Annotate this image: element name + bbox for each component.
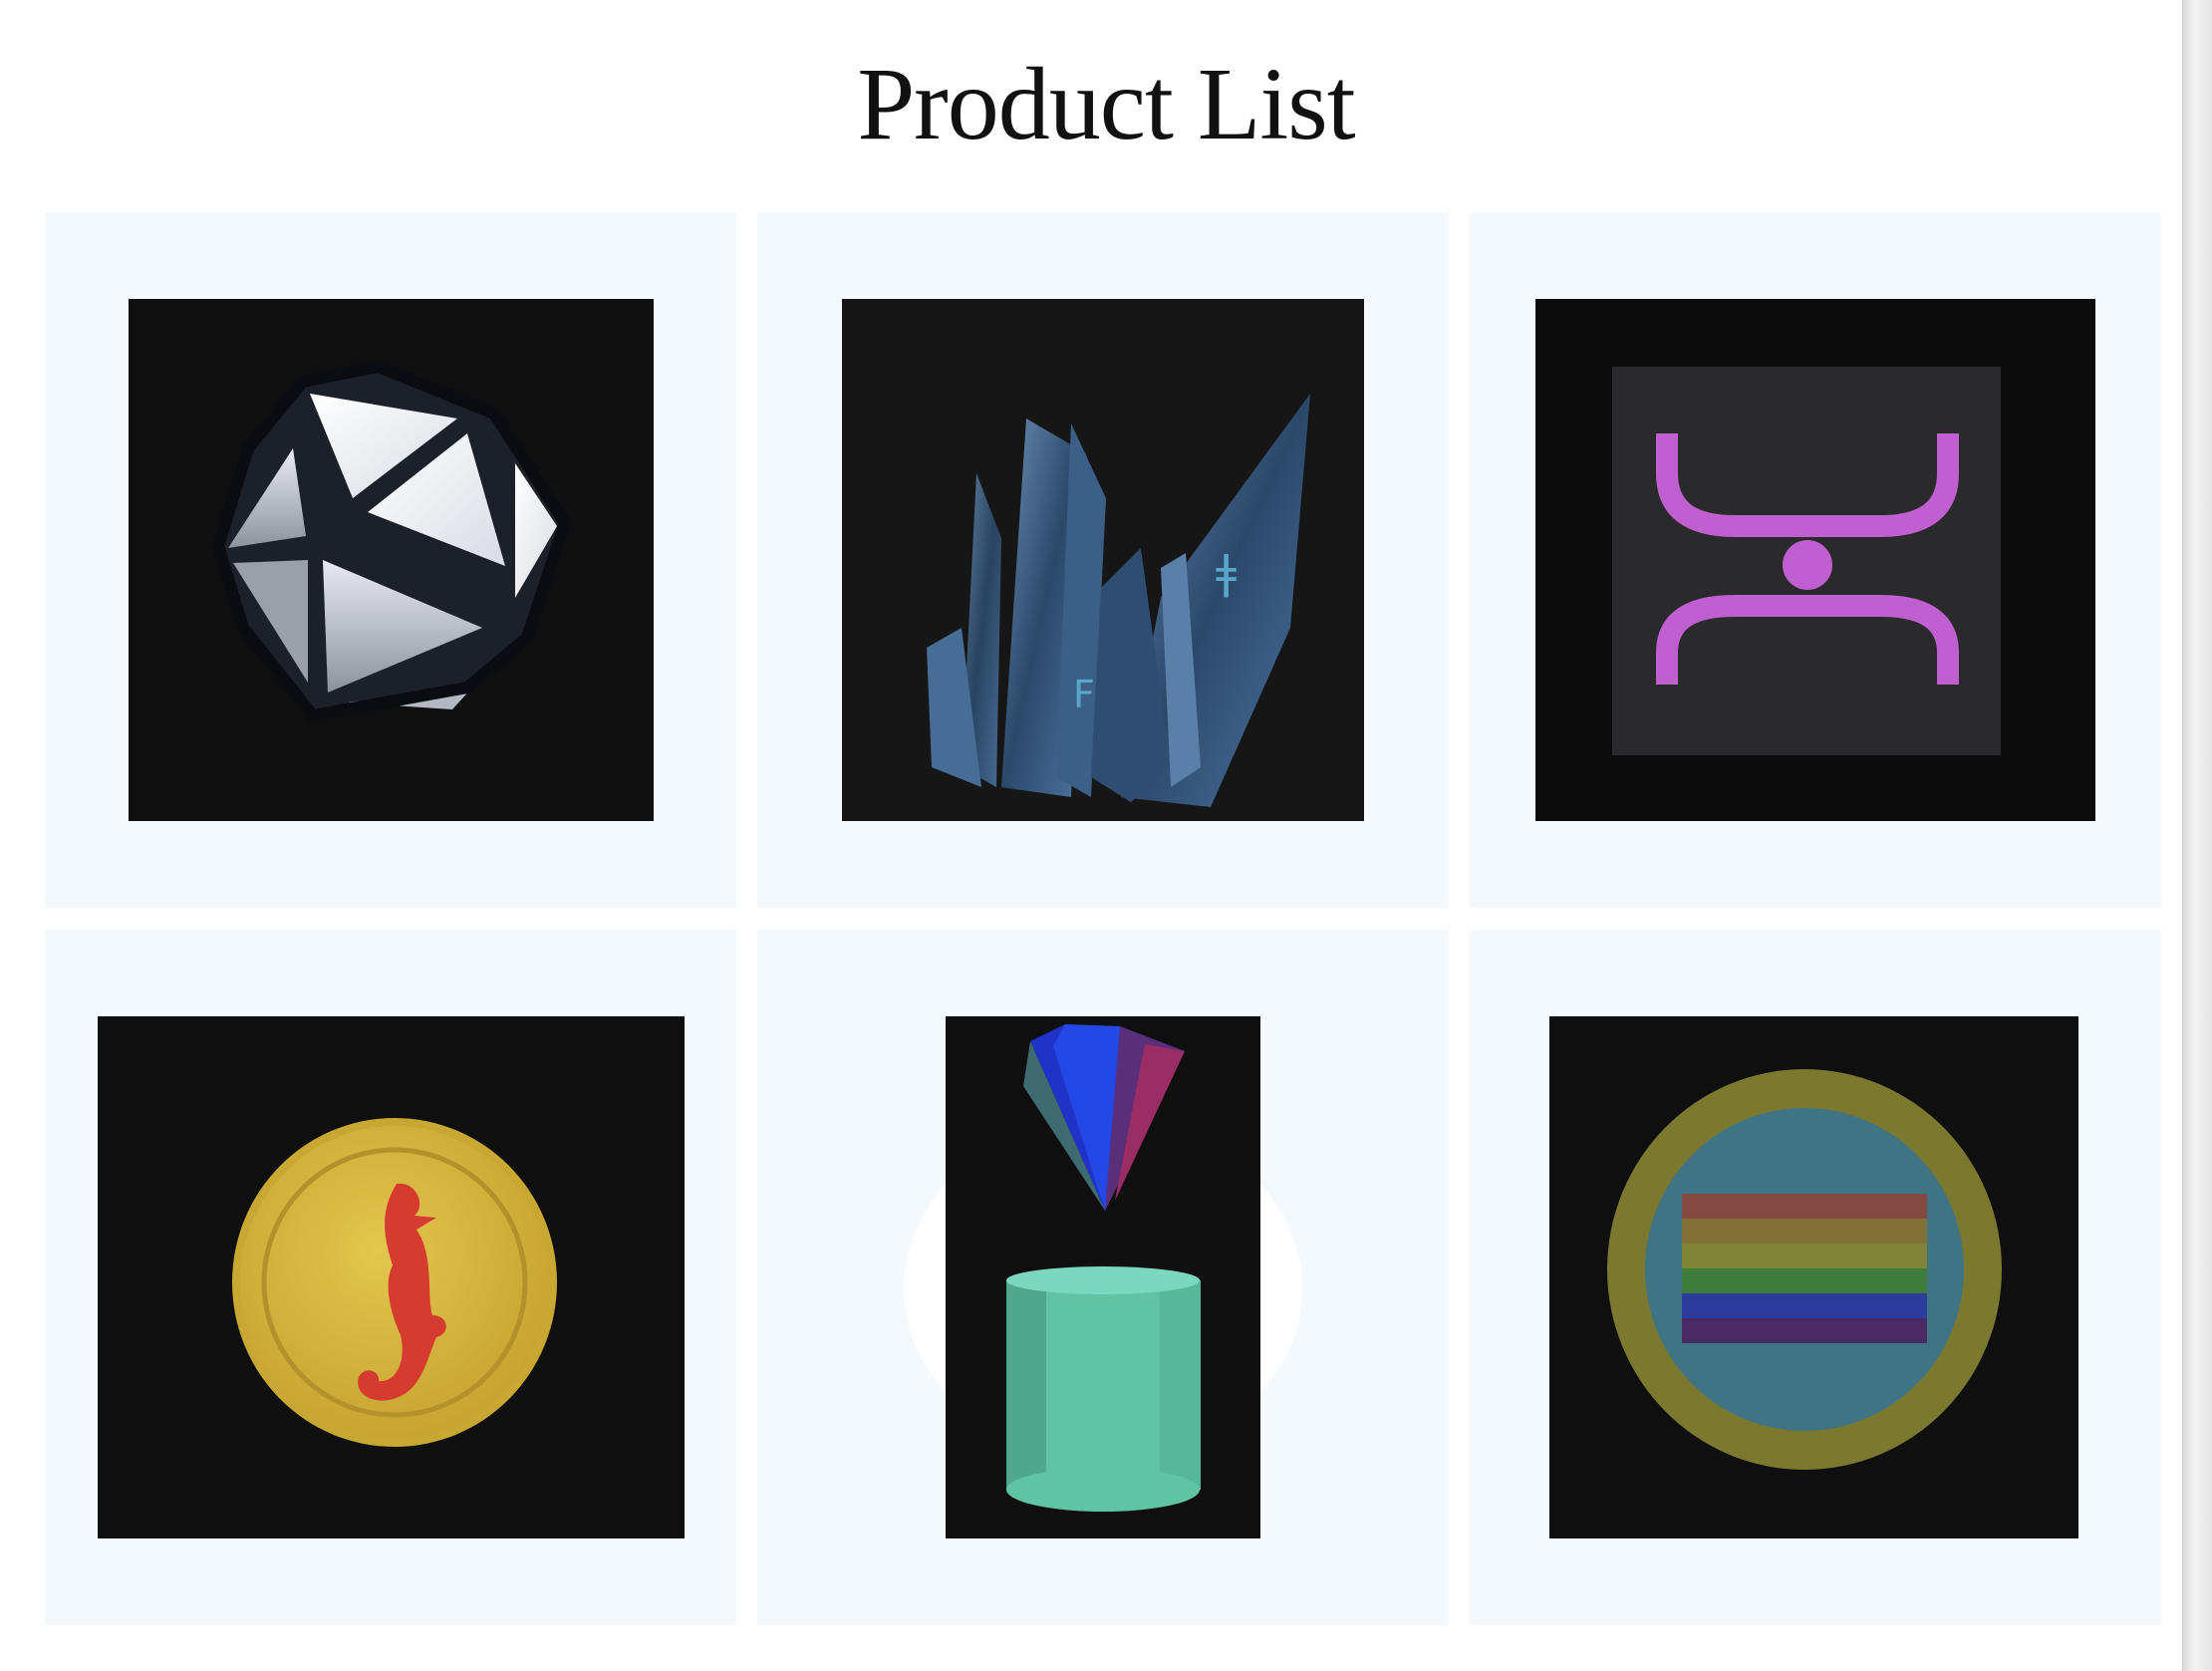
product-card[interactable]	[757, 930, 1449, 1625]
product-image[interactable]	[1549, 1016, 2078, 1538]
seahorse-coin-icon	[232, 1118, 557, 1447]
gem-and-cylinder-icon	[1006, 1024, 1201, 1512]
product-card[interactable]: ǂ F	[757, 212, 1449, 908]
product-card[interactable]	[1470, 930, 2161, 1625]
product-card[interactable]	[45, 212, 736, 908]
icosahedron-icon	[212, 361, 571, 721]
svg-text:ǂ: ǂ	[1216, 545, 1237, 599]
product-card[interactable]	[45, 930, 736, 1625]
crystal-cluster-icon: ǂ F	[927, 394, 1310, 807]
product-image[interactable]	[1535, 299, 2095, 821]
product-image[interactable]: ǂ F	[842, 299, 1364, 821]
product-card[interactable]	[1470, 212, 2161, 908]
svg-text:F: F	[1073, 673, 1095, 716]
rainbow-flag-coin-icon	[1607, 1069, 2002, 1470]
product-image[interactable]	[98, 1016, 685, 1538]
purple-logo-icon	[1612, 367, 2001, 755]
page-title: Product List	[857, 47, 1355, 161]
product-image[interactable]	[129, 299, 654, 821]
product-image[interactable]	[946, 1016, 1260, 1538]
vertical-scrollbar[interactable]	[2182, 0, 2212, 1671]
